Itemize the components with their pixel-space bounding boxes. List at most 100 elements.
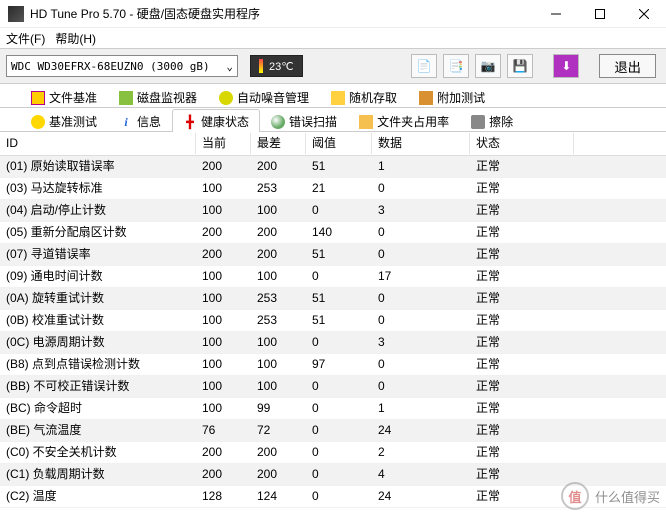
cell: 正常: [470, 310, 574, 331]
cell: 0: [372, 244, 470, 265]
table-body[interactable]: (01) 原始读取错误率200200511正常(03) 马达旋转标准100253…: [0, 156, 666, 513]
cell: 21: [306, 178, 372, 199]
cell: 100: [196, 354, 251, 375]
i-scan-icon: [271, 115, 285, 129]
table-row[interactable]: (B8) 点到点错误检测计数100100970正常: [0, 354, 666, 376]
title-bar: HD Tune Pro 5.70 - 硬盘/固态硬盘实用程序: [0, 0, 666, 28]
cell: 正常: [470, 332, 574, 353]
i-bench-icon: [31, 115, 45, 129]
tab-文件夹占用率[interactable]: 文件夹占用率: [348, 109, 460, 133]
cell: 124: [251, 486, 306, 507]
cell: 0: [372, 354, 470, 375]
cell: 253: [251, 288, 306, 309]
cell: 100: [196, 398, 251, 419]
cell: (03) 马达旋转标准: [0, 178, 196, 199]
column-header[interactable]: 当前: [196, 133, 251, 154]
cell: 200: [251, 156, 306, 177]
cell: 253: [251, 310, 306, 331]
tab-信息[interactable]: i信息: [108, 109, 172, 133]
chevron-down-icon: ⌄: [226, 60, 233, 73]
cell: 0: [306, 332, 372, 353]
column-header[interactable]: 数据: [372, 133, 470, 154]
tab-健康状态[interactable]: ╋健康状态: [172, 109, 260, 133]
cell: 200: [196, 156, 251, 177]
tab-label: 附加测试: [437, 89, 485, 106]
cell: 正常: [470, 156, 574, 177]
table-row[interactable]: (07) 寻道错误率200200510正常: [0, 244, 666, 266]
column-header[interactable]: ID: [0, 133, 196, 154]
copy-all-button[interactable]: 📑: [443, 54, 469, 78]
table-row[interactable]: (0A) 旋转重试计数100253510正常: [0, 288, 666, 310]
close-button[interactable]: [622, 0, 666, 28]
column-header[interactable]: 最差: [251, 133, 306, 154]
i-chart-icon: [119, 91, 133, 105]
menu-file[interactable]: 文件(F): [6, 30, 45, 47]
cell: 128: [196, 486, 251, 507]
cell: 100: [196, 310, 251, 331]
table-row[interactable]: (C0) 不安全关机计数20020002正常: [0, 442, 666, 464]
cell: (05) 重新分配扇区计数: [0, 222, 196, 243]
copy-button[interactable]: 📄: [411, 54, 437, 78]
content-area: ID当前最差阈值数据状态 (01) 原始读取错误率200200511正常(03)…: [0, 132, 666, 513]
cell: (BE) 气流温度: [0, 420, 196, 441]
i-file-icon: [31, 91, 45, 105]
cell: 正常: [470, 376, 574, 397]
cell: 76: [196, 420, 251, 441]
tab-擦除[interactable]: 擦除: [460, 109, 524, 133]
tab-错误扫描[interactable]: 错误扫描: [260, 109, 348, 133]
tab-自动噪音管理[interactable]: 自动噪音管理: [208, 85, 320, 109]
cell: (09) 通电时间计数: [0, 266, 196, 287]
tab-label: 文件夹占用率: [377, 113, 449, 130]
tab-label: 自动噪音管理: [237, 89, 309, 106]
download-button[interactable]: ⬇: [553, 54, 579, 78]
cell: 51: [306, 156, 372, 177]
tab-label: 文件基准: [49, 89, 97, 106]
cell: 253: [251, 178, 306, 199]
cell: 正常: [470, 222, 574, 243]
cell: 72: [251, 420, 306, 441]
cell: 2: [372, 442, 470, 463]
exit-button[interactable]: 退出: [599, 54, 656, 78]
cell: 200: [196, 244, 251, 265]
tab-随机存取[interactable]: 随机存取: [320, 85, 408, 109]
table-row[interactable]: (05) 重新分配扇区计数2002001400正常: [0, 222, 666, 244]
table-row[interactable]: (04) 启动/停止计数10010003正常: [0, 200, 666, 222]
column-header[interactable]: 阈值: [306, 133, 372, 154]
i-clip-icon: [419, 91, 433, 105]
table-row[interactable]: (09) 通电时间计数100100017正常: [0, 266, 666, 288]
table-row[interactable]: (01) 原始读取错误率200200511正常: [0, 156, 666, 178]
cell: 1: [372, 398, 470, 419]
cell: 200: [196, 222, 251, 243]
tab-label: 磁盘监视器: [137, 89, 197, 106]
app-icon: [8, 6, 24, 22]
table-row[interactable]: (0B) 校准重试计数100253510正常: [0, 310, 666, 332]
cell: 100: [251, 354, 306, 375]
screenshot-button[interactable]: 📷: [475, 54, 501, 78]
i-erase-icon: [471, 115, 485, 129]
table-row[interactable]: (03) 马达旋转标准100253210正常: [0, 178, 666, 200]
cell: 正常: [470, 354, 574, 375]
table-row[interactable]: (BC) 命令超时1009901正常: [0, 398, 666, 420]
menu-help[interactable]: 帮助(H): [55, 30, 96, 47]
drive-select[interactable]: WDC WD30EFRX-68EUZN0 (3000 gB) ⌄: [6, 55, 238, 77]
tab-文件基准[interactable]: 文件基准: [20, 85, 108, 109]
drive-select-value: WDC WD30EFRX-68EUZN0 (3000 gB): [11, 60, 210, 73]
table-row[interactable]: (C1) 负载周期计数20020004正常: [0, 464, 666, 486]
minimize-button[interactable]: [534, 0, 578, 28]
tab-基准测试[interactable]: 基准测试: [20, 109, 108, 133]
table-row[interactable]: (BE) 气流温度7672024正常: [0, 420, 666, 442]
table-header: ID当前最差阈值数据状态: [0, 132, 666, 156]
table-row[interactable]: (BB) 不可校正错误计数10010000正常: [0, 376, 666, 398]
column-header[interactable]: 状态: [470, 133, 574, 154]
cell: 97: [306, 354, 372, 375]
tab-label: 信息: [137, 113, 161, 130]
cell: 正常: [470, 398, 574, 419]
table-row[interactable]: (0C) 电源周期计数10010003正常: [0, 332, 666, 354]
cell: 200: [251, 442, 306, 463]
tab-附加测试[interactable]: 附加测试: [408, 85, 496, 109]
cell: 100: [196, 288, 251, 309]
maximize-button[interactable]: [578, 0, 622, 28]
tab-磁盘监视器[interactable]: 磁盘监视器: [108, 85, 208, 109]
table-row[interactable]: (C2) 温度128124024正常: [0, 486, 666, 508]
save-button[interactable]: 💾: [507, 54, 533, 78]
